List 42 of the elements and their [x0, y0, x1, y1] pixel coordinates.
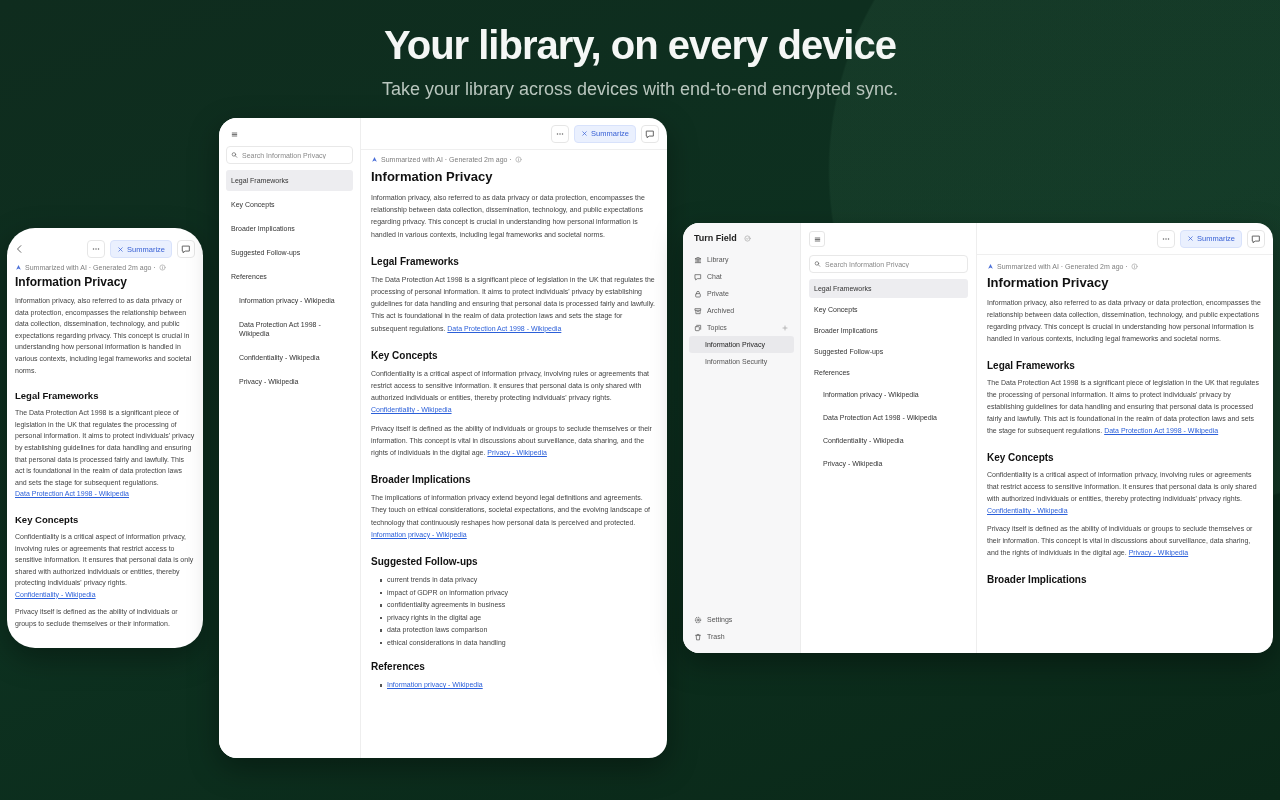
- trash-icon: [694, 632, 702, 641]
- info-icon: [158, 264, 166, 271]
- comment-icon: [181, 244, 191, 254]
- check-circle-icon: [743, 234, 751, 242]
- lock-icon: [694, 289, 702, 298]
- subheadline: Take your library across devices with end-to-end encrypted sync.: [381, 78, 899, 100]
- section-heading: Key Concepts: [15, 513, 80, 525]
- columns-icon: [694, 255, 702, 264]
- article-title: Information Privacy: [15, 275, 129, 289]
- section-heading: Suggested Follow-ups: [371, 556, 479, 568]
- section-heading: Key Concepts: [371, 349, 439, 361]
- settings-icon: [694, 615, 702, 624]
- search-icon: [231, 151, 238, 159]
- section-heading: Legal Frameworks: [987, 360, 1076, 371]
- comment-button[interactable]: [1247, 229, 1265, 248]
- section-heading: Legal Frameworks: [15, 390, 100, 402]
- headline: Your library, on every device: [383, 22, 897, 68]
- menu-icon: [229, 129, 239, 139]
- comment-icon: [645, 128, 655, 139]
- section-heading: Broader Implications: [987, 574, 1088, 585]
- more-button[interactable]: [87, 240, 106, 258]
- more-button[interactable]: [551, 124, 570, 143]
- comment-button[interactable]: [177, 240, 195, 258]
- plus-icon[interactable]: [781, 323, 789, 332]
- menu-button[interactable]: [809, 231, 825, 247]
- section-heading: Legal Frameworks: [371, 255, 460, 267]
- article-title: Information Privacy: [371, 169, 494, 184]
- info-icon: [1130, 263, 1138, 270]
- search-icon: [814, 260, 821, 268]
- info-icon: [514, 156, 522, 163]
- stack-icon: [694, 323, 702, 332]
- chat-icon: [694, 272, 702, 281]
- section-heading: Broader Implications: [371, 474, 472, 486]
- menu-icon: [812, 234, 822, 244]
- section-heading: References: [371, 661, 426, 673]
- section-heading: Key Concepts: [987, 452, 1055, 463]
- comment-button[interactable]: [641, 124, 659, 143]
- archive-icon: [694, 306, 702, 315]
- article-title: Information Privacy: [987, 275, 1110, 290]
- app-name: Turn Field: [694, 233, 737, 243]
- comment-icon: [1251, 233, 1261, 244]
- more-button[interactable]: [1157, 229, 1176, 248]
